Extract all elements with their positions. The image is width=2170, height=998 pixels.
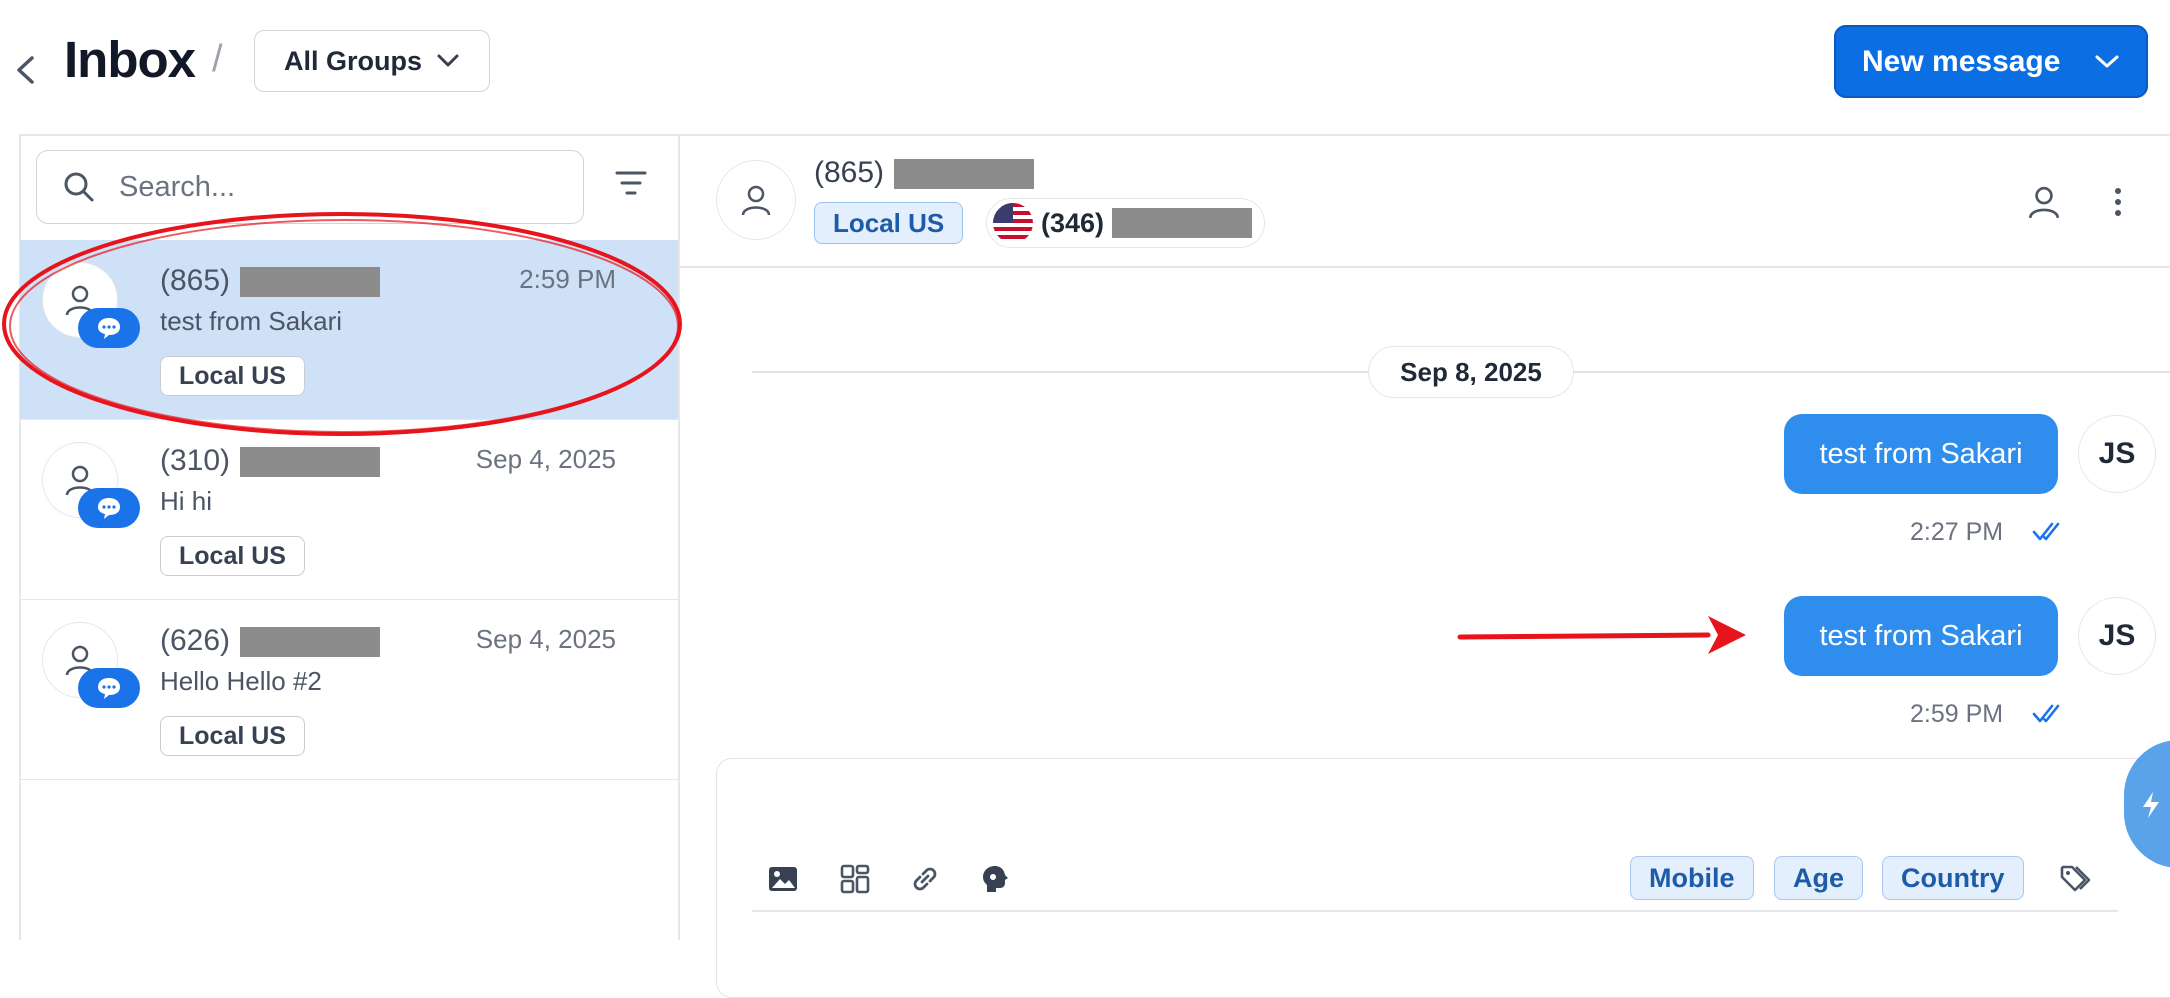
chat-bubble-icon xyxy=(98,498,120,519)
breadcrumb-separator: / xyxy=(212,38,223,80)
chat-bubble-icon xyxy=(98,678,120,699)
templates-grid-icon[interactable] xyxy=(838,862,872,896)
chat-header-divider xyxy=(680,266,2170,268)
link-icon[interactable] xyxy=(908,862,942,896)
conversation-item[interactable]: (310) Sep 4, 2025 Hi hi Local US xyxy=(20,420,678,600)
filter-icon[interactable] xyxy=(614,168,648,198)
contact-profile-icon[interactable] xyxy=(2026,184,2062,220)
sender-avatar: JS xyxy=(2078,415,2156,493)
conversation-phone: (310) xyxy=(160,444,381,478)
sender-avatar: JS xyxy=(2078,597,2156,675)
chevron-down-icon xyxy=(437,54,459,67)
chat-contact-avatar xyxy=(716,160,796,240)
redacted-number xyxy=(1112,208,1253,238)
conversation-item[interactable]: (626) Sep 4, 2025 Hello Hello #2 Local U… xyxy=(20,600,678,780)
search-input[interactable] xyxy=(117,169,541,205)
redacted-number xyxy=(240,447,381,478)
sender-number-chip[interactable]: (346) xyxy=(986,198,1266,248)
us-flag-icon xyxy=(993,203,1033,243)
conversation-time: Sep 4, 2025 xyxy=(475,624,616,654)
message-time: 2:27 PM xyxy=(1910,518,2004,546)
variable-chip-age[interactable]: Age xyxy=(1774,856,1864,900)
new-message-label: New message xyxy=(1862,44,2061,78)
chat-group-tag[interactable]: Local US xyxy=(814,202,964,244)
group-tag: Local US xyxy=(160,716,305,756)
conversation-time: Sep 4, 2025 xyxy=(475,444,616,474)
header-divider xyxy=(20,134,2170,136)
conversation-snippet: Hello Hello #2 xyxy=(160,666,322,696)
redacted-number xyxy=(240,627,381,658)
double-check-icon xyxy=(2032,522,2060,541)
red-arrow-annotation xyxy=(1457,616,1746,654)
search-icon xyxy=(64,172,94,202)
ai-brain-icon[interactable] xyxy=(978,862,1012,896)
red-circle-annotation xyxy=(2,212,682,436)
date-divider: Sep 8, 2025 xyxy=(1368,346,1574,398)
new-message-button[interactable]: New message xyxy=(1834,25,2148,98)
sms-channel-badge xyxy=(78,488,140,528)
person-icon xyxy=(741,185,771,216)
outgoing-message-bubble[interactable]: test from Sakari xyxy=(1784,414,2058,494)
variable-chip-country[interactable]: Country xyxy=(1882,856,2024,900)
sms-channel-badge xyxy=(78,668,140,708)
chevron-down-icon[interactable] xyxy=(2094,54,2120,70)
double-check-icon xyxy=(2032,704,2060,723)
page-title: Inbox xyxy=(64,31,196,88)
variable-chip-mobile[interactable]: Mobile xyxy=(1630,856,1754,900)
image-icon[interactable] xyxy=(766,862,800,896)
redacted-number xyxy=(894,159,1035,190)
more-options-icon[interactable] xyxy=(2112,186,2124,218)
lightning-icon xyxy=(2143,792,2159,818)
chat-contact-phone: (865) xyxy=(814,156,1035,190)
group-filter-dropdown[interactable]: All Groups xyxy=(254,30,490,92)
message-time: 2:59 PM xyxy=(1910,700,2004,728)
composer-divider xyxy=(752,910,2118,912)
group-tag: Local US xyxy=(160,536,305,576)
conversation-snippet: Hi hi xyxy=(160,486,213,516)
conversation-phone: (626) xyxy=(160,624,381,658)
back-chevron-icon[interactable] xyxy=(10,50,40,90)
sender-number: (346) xyxy=(1041,207,1105,238)
tag-icon[interactable] xyxy=(2058,862,2094,896)
outgoing-message-bubble[interactable]: test from Sakari xyxy=(1784,596,2058,676)
group-filter-label: All Groups xyxy=(283,45,422,76)
